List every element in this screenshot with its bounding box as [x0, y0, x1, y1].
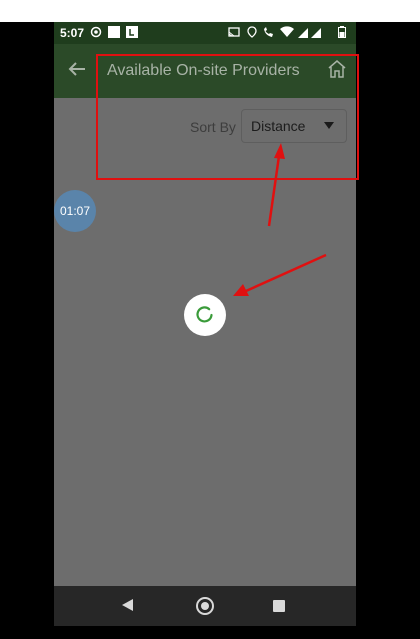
status-bar: 5:07 — [54, 22, 356, 44]
loading-spinner — [184, 294, 226, 336]
system-nav-bar — [54, 586, 356, 626]
cast-icon — [228, 27, 240, 37]
notification-icon — [108, 26, 120, 38]
arrow-left-icon[interactable] — [66, 58, 88, 80]
session-timer[interactable]: 01:07 — [54, 190, 96, 232]
app-notification-icon — [126, 26, 138, 38]
gps-icon — [247, 26, 257, 38]
nav-recents-icon[interactable] — [273, 600, 285, 612]
wifi-icon — [280, 26, 294, 37]
volte-icon — [264, 27, 273, 37]
nav-back-icon[interactable] — [122, 599, 133, 611]
location-icon — [90, 26, 102, 38]
battery-icon — [338, 26, 346, 38]
status-time: 5:07 — [60, 26, 85, 40]
signal-icon — [298, 28, 321, 38]
annotation-highlight-box — [96, 54, 359, 180]
nav-home-icon[interactable] — [196, 597, 214, 615]
loading-spinner-icon — [196, 306, 213, 323]
